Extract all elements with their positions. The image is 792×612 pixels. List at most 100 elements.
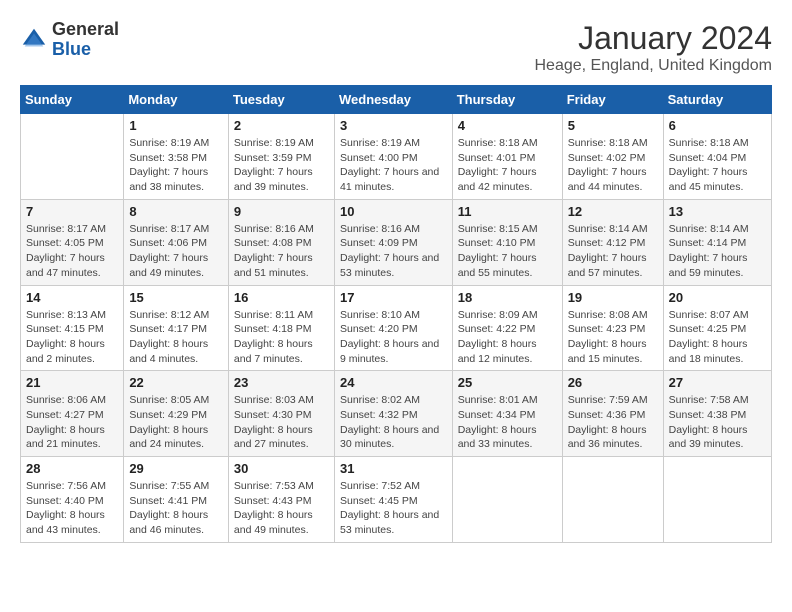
calendar-cell: 14 Sunrise: 8:13 AMSunset: 4:15 PMDayligh… (21, 285, 124, 371)
calendar-cell: 31 Sunrise: 7:52 AMSunset: 4:45 PMDayligh… (334, 457, 452, 543)
calendar-cell: 22Sunrise: 8:05 AMSunset: 4:29 PMDayligh… (124, 371, 229, 457)
logo-icon (20, 26, 48, 54)
calendar-week-row: 1Sunrise: 8:19 AMSunset: 3:58 PMDaylight… (21, 114, 772, 200)
day-info: Sunrise: 8:19 AMSunset: 4:00 PMDaylight:… (340, 136, 447, 195)
calendar-cell (663, 457, 771, 543)
header-row: SundayMondayTuesdayWednesdayThursdayFrid… (21, 86, 772, 114)
day-info: Sunrise: 8:13 AMSunset: 4:15 PMDaylight:… (26, 308, 118, 367)
day-info: Sunrise: 8:19 AMSunset: 3:58 PMDaylight:… (129, 136, 223, 195)
day-info: Sunrise: 8:08 AMSunset: 4:23 PMDaylight:… (568, 308, 658, 367)
logo-general: General (52, 20, 119, 40)
logo-blue: Blue (52, 40, 119, 60)
day-number: 29 (129, 461, 223, 476)
header-day: Sunday (21, 86, 124, 114)
day-info: Sunrise: 8:16 AMSunset: 4:08 PMDaylight:… (234, 222, 329, 281)
calendar-cell: 9 Sunrise: 8:16 AMSunset: 4:08 PMDaylight… (228, 199, 334, 285)
calendar-cell: 18 Sunrise: 8:09 AMSunset: 4:22 PMDayligh… (452, 285, 562, 371)
calendar-cell: 15Sunrise: 8:12 AMSunset: 4:17 PMDayligh… (124, 285, 229, 371)
day-number: 17 (340, 290, 447, 305)
calendar-cell: 6 Sunrise: 8:18 AMSunset: 4:04 PMDaylight… (663, 114, 771, 200)
day-info: Sunrise: 8:14 AMSunset: 4:12 PMDaylight:… (568, 222, 658, 281)
calendar-week-row: 28 Sunrise: 7:56 AMSunset: 4:40 PMDayligh… (21, 457, 772, 543)
day-number: 20 (669, 290, 766, 305)
day-number: 13 (669, 204, 766, 219)
day-number: 31 (340, 461, 447, 476)
day-info: Sunrise: 8:02 AMSunset: 4:32 PMDaylight:… (340, 393, 447, 452)
title-area: January 2024 Heage, England, United King… (535, 20, 773, 75)
calendar-cell: 25Sunrise: 8:01 AMSunset: 4:34 PMDayligh… (452, 371, 562, 457)
day-number: 11 (458, 204, 557, 219)
day-number: 6 (669, 118, 766, 133)
day-number: 23 (234, 375, 329, 390)
logo: General Blue (20, 20, 119, 60)
day-info: Sunrise: 7:52 AMSunset: 4:45 PMDaylight:… (340, 479, 447, 538)
calendar-cell: 3 Sunrise: 8:19 AMSunset: 4:00 PMDaylight… (334, 114, 452, 200)
calendar-cell: 28 Sunrise: 7:56 AMSunset: 4:40 PMDayligh… (21, 457, 124, 543)
day-number: 18 (458, 290, 557, 305)
main-title: January 2024 (535, 20, 773, 57)
day-info: Sunrise: 7:56 AMSunset: 4:40 PMDaylight:… (26, 479, 118, 538)
calendar-week-row: 7Sunrise: 8:17 AMSunset: 4:05 PMDaylight… (21, 199, 772, 285)
day-number: 15 (129, 290, 223, 305)
day-info: Sunrise: 8:18 AMSunset: 4:04 PMDaylight:… (669, 136, 766, 195)
day-info: Sunrise: 8:15 AMSunset: 4:10 PMDaylight:… (458, 222, 557, 281)
calendar-cell: 10 Sunrise: 8:16 AMSunset: 4:09 PMDayligh… (334, 199, 452, 285)
day-number: 8 (129, 204, 223, 219)
day-number: 12 (568, 204, 658, 219)
day-number: 24 (340, 375, 447, 390)
day-number: 21 (26, 375, 118, 390)
header-day: Thursday (452, 86, 562, 114)
day-info: Sunrise: 8:18 AMSunset: 4:02 PMDaylight:… (568, 136, 658, 195)
day-info: Sunrise: 8:03 AMSunset: 4:30 PMDaylight:… (234, 393, 329, 452)
day-number: 26 (568, 375, 658, 390)
day-number: 14 (26, 290, 118, 305)
day-number: 30 (234, 461, 329, 476)
calendar-cell: 11 Sunrise: 8:15 AMSunset: 4:10 PMDayligh… (452, 199, 562, 285)
calendar-cell: 24 Sunrise: 8:02 AMSunset: 4:32 PMDayligh… (334, 371, 452, 457)
day-info: Sunrise: 8:18 AMSunset: 4:01 PMDaylight:… (458, 136, 557, 195)
day-info: Sunrise: 8:07 AMSunset: 4:25 PMDaylight:… (669, 308, 766, 367)
header-day: Saturday (663, 86, 771, 114)
calendar-cell: 19 Sunrise: 8:08 AMSunset: 4:23 PMDayligh… (562, 285, 663, 371)
day-info: Sunrise: 8:19 AMSunset: 3:59 PMDaylight:… (234, 136, 329, 195)
day-number: 28 (26, 461, 118, 476)
header-day: Wednesday (334, 86, 452, 114)
day-number: 7 (26, 204, 118, 219)
day-number: 3 (340, 118, 447, 133)
calendar-cell: 12 Sunrise: 8:14 AMSunset: 4:12 PMDayligh… (562, 199, 663, 285)
calendar-cell: 29 Sunrise: 7:55 AMSunset: 4:41 PMDayligh… (124, 457, 229, 543)
day-info: Sunrise: 8:17 AMSunset: 4:06 PMDaylight:… (129, 222, 223, 281)
day-number: 10 (340, 204, 447, 219)
day-info: Sunrise: 8:06 AMSunset: 4:27 PMDaylight:… (26, 393, 118, 452)
day-info: Sunrise: 8:11 AMSunset: 4:18 PMDaylight:… (234, 308, 329, 367)
day-info: Sunrise: 7:59 AMSunset: 4:36 PMDaylight:… (568, 393, 658, 452)
header-day: Monday (124, 86, 229, 114)
calendar-cell: 26 Sunrise: 7:59 AMSunset: 4:36 PMDayligh… (562, 371, 663, 457)
day-info: Sunrise: 7:58 AMSunset: 4:38 PMDaylight:… (669, 393, 766, 452)
calendar-cell: 8 Sunrise: 8:17 AMSunset: 4:06 PMDaylight… (124, 199, 229, 285)
header-day: Tuesday (228, 86, 334, 114)
header-day: Friday (562, 86, 663, 114)
calendar-cell: 16 Sunrise: 8:11 AMSunset: 4:18 PMDayligh… (228, 285, 334, 371)
calendar-cell: 17 Sunrise: 8:10 AMSunset: 4:20 PMDayligh… (334, 285, 452, 371)
subtitle: Heage, England, United Kingdom (535, 57, 773, 75)
calendar-cell: 21 Sunrise: 8:06 AMSunset: 4:27 PMDayligh… (21, 371, 124, 457)
calendar-cell: 2Sunrise: 8:19 AMSunset: 3:59 PMDaylight… (228, 114, 334, 200)
calendar-cell: 30Sunrise: 7:53 AMSunset: 4:43 PMDayligh… (228, 457, 334, 543)
logo-text: General Blue (52, 20, 119, 60)
calendar-cell (452, 457, 562, 543)
day-number: 19 (568, 290, 658, 305)
calendar-cell: 1Sunrise: 8:19 AMSunset: 3:58 PMDaylight… (124, 114, 229, 200)
day-number: 22 (129, 375, 223, 390)
calendar-cell: 7Sunrise: 8:17 AMSunset: 4:05 PMDaylight… (21, 199, 124, 285)
day-number: 25 (458, 375, 557, 390)
day-number: 16 (234, 290, 329, 305)
calendar-cell: 13Sunrise: 8:14 AMSunset: 4:14 PMDayligh… (663, 199, 771, 285)
day-info: Sunrise: 7:55 AMSunset: 4:41 PMDaylight:… (129, 479, 223, 538)
day-info: Sunrise: 8:16 AMSunset: 4:09 PMDaylight:… (340, 222, 447, 281)
day-info: Sunrise: 8:10 AMSunset: 4:20 PMDaylight:… (340, 308, 447, 367)
calendar-cell (562, 457, 663, 543)
day-info: Sunrise: 8:09 AMSunset: 4:22 PMDaylight:… (458, 308, 557, 367)
calendar-cell (21, 114, 124, 200)
day-number: 9 (234, 204, 329, 219)
